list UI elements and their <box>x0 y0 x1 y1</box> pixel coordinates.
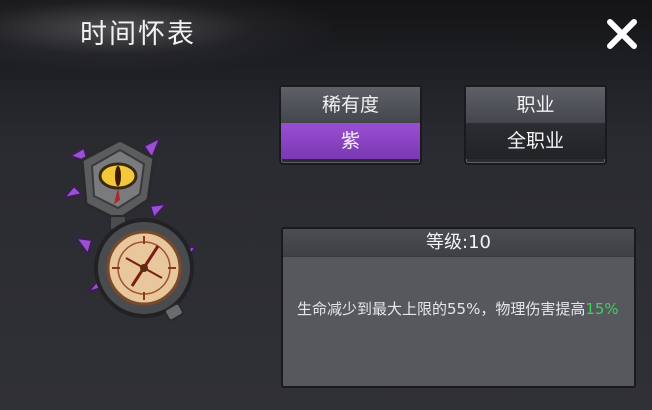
rarity-value: 紫 <box>281 123 420 159</box>
class-box: 职业 全职业 <box>464 85 607 165</box>
class-label: 职业 <box>466 87 605 123</box>
item-stats-card: 等级:10 生命减少到最大上限的55%，物理伤害提高15% <box>281 227 636 388</box>
pocket-watch-eye-icon <box>62 135 199 322</box>
class-value: 全职业 <box>466 123 605 159</box>
item-level: 等级:10 <box>283 229 634 257</box>
item-description: 生命减少到最大上限的55%，物理伤害提高15% <box>283 257 634 321</box>
item-detail-panel: 时间怀表 稀有度 紫 职业 全职业 等级:10 生命减少到最大上限的55%，物理… <box>0 0 652 410</box>
rarity-box: 稀有度 紫 <box>279 85 422 165</box>
rarity-label: 稀有度 <box>281 87 420 123</box>
item-title: 时间怀表 <box>80 19 196 50</box>
description-text: 生命减少到最大上限的55%，物理伤害提高 <box>297 300 586 318</box>
close-icon[interactable] <box>602 14 642 54</box>
description-highlight: 15% <box>585 300 619 318</box>
